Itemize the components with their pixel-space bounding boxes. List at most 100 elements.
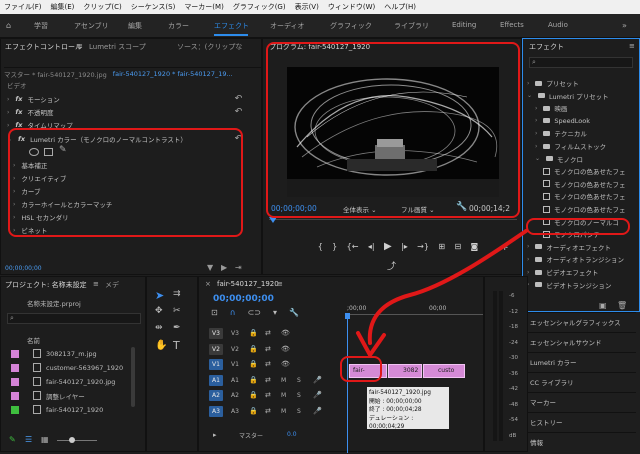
panel-tab[interactable]: ヒストリー: [528, 412, 636, 433]
play-audio-icon[interactable]: ▶: [221, 263, 227, 272]
snap-icon[interactable]: ∩: [230, 308, 236, 318]
project-item[interactable]: fair-540127_1920: [11, 403, 103, 416]
effects-tree-item[interactable]: › 映画: [535, 102, 567, 114]
slip-tool-icon[interactable]: ⇹: [155, 323, 163, 333]
panel-menu-icon[interactable]: ≡: [629, 42, 635, 50]
workspace-tab[interactable]: 学習: [34, 21, 48, 31]
track-select-tool-icon[interactable]: ⇉: [173, 289, 181, 299]
project-item[interactable]: fair-540127_1920.jpg: [11, 375, 115, 388]
reset-icon[interactable]: ↶: [233, 94, 244, 105]
effect-motion[interactable]: › fx モーション: [7, 93, 60, 105]
microphone-icon[interactable]: 🎤: [313, 391, 322, 399]
effects-tree-item[interactable]: › フィルムストック: [535, 140, 606, 152]
lock-icon[interactable]: 🔒: [249, 360, 258, 368]
effects-tree-item[interactable]: モノクロの色あせたフェ: [543, 165, 626, 177]
pen-tool-icon[interactable]: ✒: [173, 323, 181, 333]
home-icon[interactable]: ⌂: [6, 21, 11, 30]
hand-tool-icon[interactable]: ✋: [155, 340, 167, 351]
menu-item[interactable]: ファイル(F): [4, 2, 42, 12]
lock-icon[interactable]: 🔒: [249, 345, 258, 353]
more-workspaces-icon[interactable]: »: [622, 21, 627, 30]
delete-icon[interactable]: 🗑: [617, 301, 627, 310]
effects-tree-item[interactable]: モノクロの色あせたフェ: [543, 190, 626, 202]
effects-tree-item[interactable]: › テクニカル: [535, 127, 587, 139]
menu-item[interactable]: 編集(E): [51, 2, 75, 12]
eye-icon[interactable]: 👁: [281, 345, 290, 353]
mute-button[interactable]: M: [281, 377, 286, 384]
sequence-clip-label[interactable]: fair-540127_1920 * fair-540127_19...: [113, 70, 233, 78]
eye-icon[interactable]: 👁: [281, 329, 290, 337]
panel-tab[interactable]: CC ライブラリ: [528, 372, 636, 393]
sync-lock-icon[interactable]: ⇄: [265, 329, 271, 337]
workspace-tab[interactable]: グラフィック: [330, 21, 372, 31]
razor-tool-icon[interactable]: ✂: [173, 306, 181, 316]
tab-menu-icon[interactable]: ≡: [77, 42, 83, 50]
menu-item[interactable]: シーケンス(S): [131, 2, 176, 12]
export-icon[interactable]: ⇥: [235, 263, 242, 272]
effects-tree-item[interactable]: ⌄ モノクロ: [535, 153, 583, 165]
menu-item[interactable]: クリップ(C): [83, 2, 121, 12]
settings-icon[interactable]: 🔧: [289, 308, 299, 318]
effects-search-input[interactable]: ⌕: [529, 57, 633, 68]
menu-item[interactable]: 表示(V): [295, 2, 319, 12]
new-folder-icon[interactable]: ▣: [599, 301, 607, 310]
type-tool-icon[interactable]: T: [173, 339, 180, 352]
clip-customer[interactable]: custo: [423, 364, 465, 378]
effects-tree-item[interactable]: モノクロの色あせたフェ: [543, 203, 626, 215]
lock-icon[interactable]: 🔒: [249, 376, 258, 384]
sync-lock-icon[interactable]: ⇄: [265, 360, 271, 368]
solo-button[interactable]: S: [297, 377, 301, 384]
project-item[interactable]: 調整レイヤー: [11, 389, 85, 402]
icon-view-icon[interactable]: ▦: [41, 435, 49, 444]
master-volume-value[interactable]: 0.0: [287, 431, 297, 438]
selection-tool-icon[interactable]: ➤: [155, 289, 164, 302]
panel-tab[interactable]: Lumetri カラー: [528, 352, 636, 373]
add-marker-icon[interactable]: ▾: [273, 308, 277, 318]
source-patch[interactable]: A3: [209, 405, 223, 417]
workspace-tab[interactable]: アセンブリ: [74, 21, 109, 31]
tab-effect-controls[interactable]: エフェクトコントロール: [5, 42, 82, 52]
nest-icon[interactable]: ⊡: [211, 308, 218, 318]
microphone-icon[interactable]: 🎤: [313, 407, 322, 415]
workspace-tab[interactable]: エフェクト: [214, 21, 249, 31]
timeline-timecode[interactable]: 00;00;00;00: [213, 294, 274, 304]
name-column-header[interactable]: 名前: [27, 335, 40, 345]
zoom-slider[interactable]: [57, 440, 97, 441]
master-toggle-icon[interactable]: ▸: [213, 431, 217, 439]
tab-project[interactable]: プロジェクト: 名称未設定: [5, 280, 87, 290]
sync-lock-icon[interactable]: ⇄: [265, 376, 271, 384]
panel-tab[interactable]: エッセンシャルグラフィックス: [528, 312, 636, 333]
effects-tree-item[interactable]: › ビデオトランジション: [527, 279, 611, 291]
menu-item[interactable]: ウィンドウ(W): [328, 2, 375, 12]
workspace-tab[interactable]: 編集: [128, 21, 142, 31]
list-view-icon[interactable]: ☰: [25, 435, 32, 444]
solo-button[interactable]: S: [297, 408, 301, 415]
tab-menu-icon[interactable]: ≡: [93, 280, 99, 288]
tab-menu-icon[interactable]: ≡: [277, 280, 283, 288]
filter-icon[interactable]: ▼: [207, 263, 213, 272]
effects-tree-item[interactable]: › オーディオエフェクト: [527, 241, 611, 253]
mute-button[interactable]: M: [281, 408, 286, 415]
menu-item[interactable]: ヘルプ(H): [384, 2, 416, 12]
mark-in-icon[interactable]: {: [318, 242, 323, 251]
solo-button[interactable]: S: [297, 392, 301, 399]
workspace-tab[interactable]: Editing: [452, 21, 476, 29]
menu-item[interactable]: マーカー(M): [184, 2, 224, 12]
source-patch[interactable]: V3: [209, 328, 223, 339]
zoom-slider-handle[interactable]: [69, 437, 75, 443]
tab-media-browser[interactable]: メデ: [105, 280, 119, 290]
effects-tree-item[interactable]: ⌄ Lumetri プリセット: [527, 90, 609, 102]
effects-panel-title[interactable]: エフェクト: [529, 42, 564, 52]
effect-opacity[interactable]: › fx 不透明度: [7, 106, 53, 118]
source-patch[interactable]: V2: [209, 343, 223, 355]
mute-button[interactable]: M: [281, 392, 286, 399]
menu-item[interactable]: グラフィック(G): [233, 2, 286, 12]
effects-tree-item[interactable]: › プリセット: [527, 77, 579, 89]
workspace-tab[interactable]: Audio: [548, 21, 568, 29]
eye-icon[interactable]: 👁: [281, 360, 290, 368]
effects-tree-item[interactable]: › ビデオエフェクト: [527, 266, 598, 278]
source-patch[interactable]: V1: [209, 359, 223, 370]
lock-icon[interactable]: 🔒: [249, 391, 258, 399]
lock-icon[interactable]: 🔒: [249, 407, 258, 415]
sequence-tab[interactable]: fair-540127_1920: [217, 280, 279, 288]
